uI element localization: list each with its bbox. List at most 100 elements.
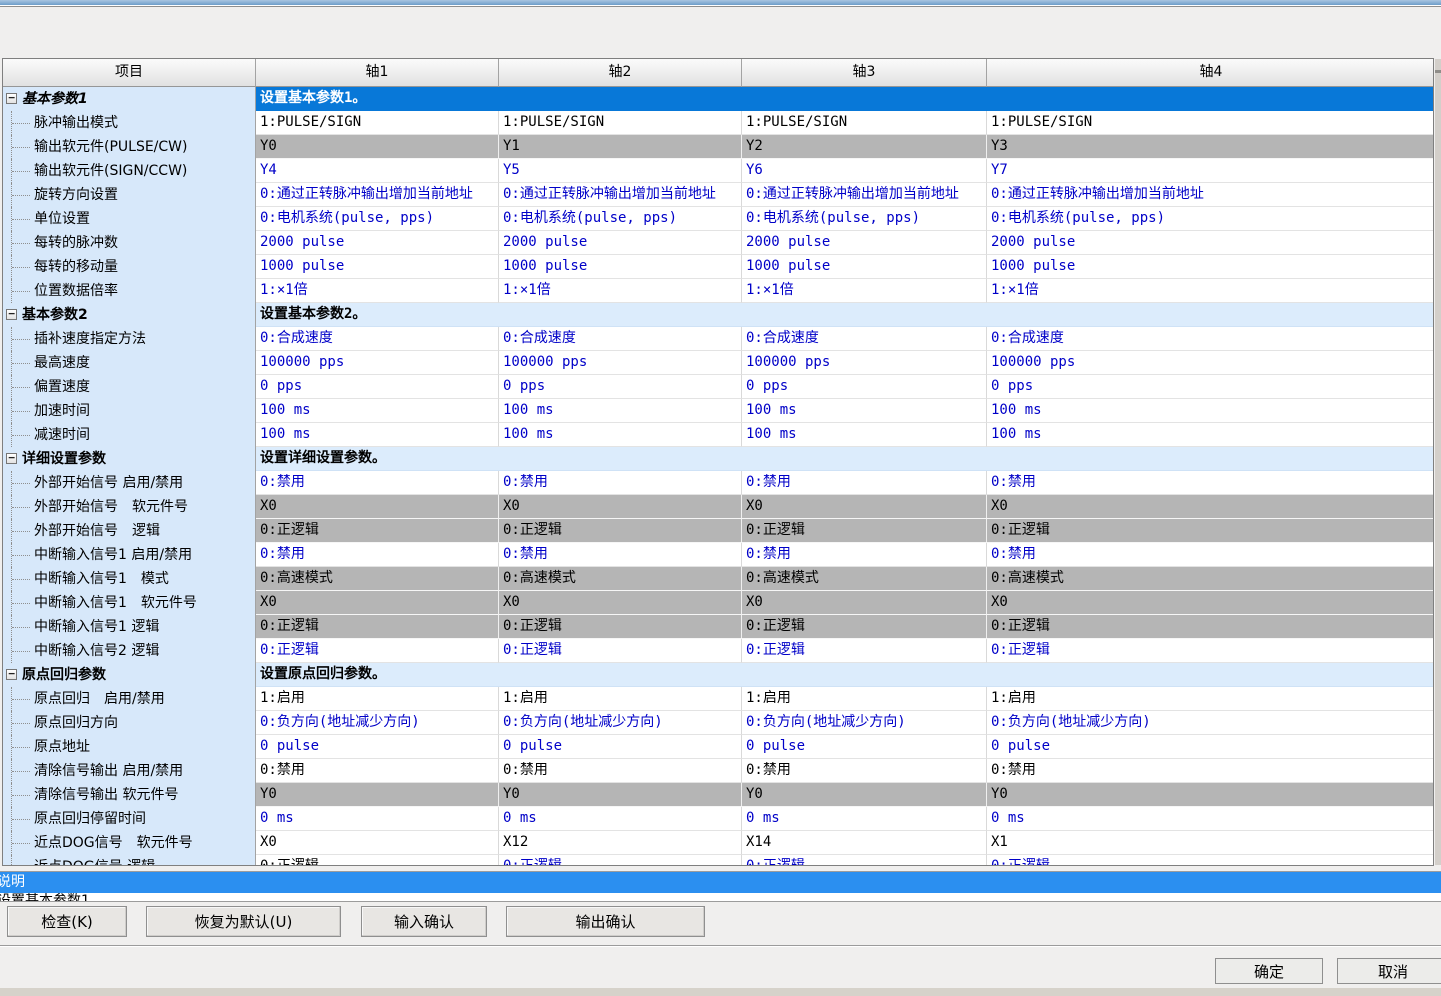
param-cell[interactable]: 100 ms bbox=[987, 399, 1433, 423]
param-cell[interactable]: 0:电机系统(pulse, pps) bbox=[987, 207, 1433, 231]
param-cell[interactable]: 0 ms bbox=[256, 807, 499, 831]
param-cell[interactable]: 0 pulse bbox=[742, 735, 987, 759]
param-cell[interactable]: 0:正逻辑 bbox=[499, 615, 742, 639]
check-button[interactable]: 检查(K) bbox=[7, 906, 127, 937]
param-cell[interactable]: 0:正逻辑 bbox=[987, 855, 1433, 865]
param-cell[interactable]: 1:启用 bbox=[499, 687, 742, 711]
param-cell[interactable]: 1:PULSE/SIGN bbox=[987, 111, 1433, 135]
param-cell[interactable]: 2000 pulse bbox=[742, 231, 987, 255]
param-cell[interactable]: 100000 pps bbox=[987, 351, 1433, 375]
param-cell[interactable]: Y5 bbox=[499, 159, 742, 183]
param-cell[interactable]: 0:正逻辑 bbox=[256, 639, 499, 663]
param-cell[interactable]: 1:×1倍 bbox=[256, 279, 499, 303]
param-cell[interactable]: 0:高速模式 bbox=[499, 567, 742, 591]
param-cell[interactable]: 0:合成速度 bbox=[499, 327, 742, 351]
param-cell[interactable]: X0 bbox=[987, 591, 1433, 615]
tree-item-label[interactable]: 最高速度 bbox=[3, 351, 256, 375]
param-cell[interactable]: 100 ms bbox=[742, 399, 987, 423]
param-cell[interactable]: Y0 bbox=[256, 783, 499, 807]
output-confirm-button[interactable]: 输出确认 bbox=[506, 906, 705, 937]
param-cell[interactable]: 1:×1倍 bbox=[987, 279, 1433, 303]
tree-item-label[interactable]: 近点DOG信号 逻辑 bbox=[3, 855, 256, 865]
param-cell[interactable]: Y0 bbox=[742, 783, 987, 807]
param-cell[interactable]: Y0 bbox=[987, 783, 1433, 807]
section-description-cell[interactable]: 设置详细设置参数。 bbox=[256, 447, 1433, 471]
param-cell[interactable]: 0:通过正转脉冲输出增加当前地址 bbox=[742, 183, 987, 207]
param-cell[interactable]: 0 ms bbox=[987, 807, 1433, 831]
tree-item-label[interactable]: 外部开始信号 逻辑 bbox=[3, 519, 256, 543]
tree-item-label[interactable]: 原点回归 启用/禁用 bbox=[3, 687, 256, 711]
param-cell[interactable]: 0:高速模式 bbox=[256, 567, 499, 591]
param-cell[interactable]: Y0 bbox=[256, 135, 499, 159]
param-cell[interactable]: 0:正逻辑 bbox=[987, 519, 1433, 543]
tree-item-label[interactable]: 清除信号输出 软元件号 bbox=[3, 783, 256, 807]
param-cell[interactable]: 0:正逻辑 bbox=[987, 615, 1433, 639]
param-cell[interactable]: 1000 pulse bbox=[742, 255, 987, 279]
tree-item-label[interactable]: 脉冲输出模式 bbox=[3, 111, 256, 135]
tree-item-label[interactable]: 外部开始信号 软元件号 bbox=[3, 495, 256, 519]
param-cell[interactable]: 0 ms bbox=[499, 807, 742, 831]
param-cell[interactable]: 0:禁用 bbox=[256, 543, 499, 567]
param-cell[interactable]: 0 pps bbox=[987, 375, 1433, 399]
restore-default-button[interactable]: 恢复为默认(U) bbox=[146, 906, 341, 937]
param-cell[interactable]: 1:启用 bbox=[987, 687, 1433, 711]
param-cell[interactable]: 0 ms bbox=[742, 807, 987, 831]
param-cell[interactable]: X0 bbox=[499, 591, 742, 615]
param-cell[interactable]: 100 ms bbox=[499, 399, 742, 423]
tree-item-label[interactable]: 减速时间 bbox=[3, 423, 256, 447]
param-cell[interactable]: 1:PULSE/SIGN bbox=[499, 111, 742, 135]
param-cell[interactable]: 0:高速模式 bbox=[742, 567, 987, 591]
param-cell[interactable]: 0:禁用 bbox=[256, 759, 499, 783]
tree-section-row[interactable]: −详细设置参数 bbox=[3, 447, 256, 471]
param-cell[interactable]: 0 pps bbox=[499, 375, 742, 399]
tree-item-label[interactable]: 偏置速度 bbox=[3, 375, 256, 399]
tree-item-label[interactable]: 中断输入信号1 启用/禁用 bbox=[3, 543, 256, 567]
input-confirm-button[interactable]: 输入确认 bbox=[361, 906, 487, 937]
param-cell[interactable]: 100 ms bbox=[742, 423, 987, 447]
param-cell[interactable]: X14 bbox=[742, 831, 987, 855]
param-cell[interactable]: 0:合成速度 bbox=[987, 327, 1433, 351]
tree-collapse-icon[interactable]: − bbox=[6, 93, 17, 104]
param-cell[interactable]: 2000 pulse bbox=[256, 231, 499, 255]
param-cell[interactable]: Y1 bbox=[499, 135, 742, 159]
param-cell[interactable]: X0 bbox=[499, 495, 742, 519]
tree-item-label[interactable]: 原点地址 bbox=[3, 735, 256, 759]
tree-section-row[interactable]: −基本参数2 bbox=[3, 303, 256, 327]
param-cell[interactable]: 2000 pulse bbox=[987, 231, 1433, 255]
param-cell[interactable]: 0:禁用 bbox=[256, 471, 499, 495]
param-cell[interactable]: 0:禁用 bbox=[499, 471, 742, 495]
param-cell[interactable]: 100 ms bbox=[256, 399, 499, 423]
param-cell[interactable]: 1000 pulse bbox=[499, 255, 742, 279]
param-cell[interactable]: 0:负方向(地址减少方向) bbox=[742, 711, 987, 735]
param-cell[interactable]: 1:PULSE/SIGN bbox=[742, 111, 987, 135]
tree-collapse-icon[interactable]: − bbox=[6, 309, 17, 320]
param-cell[interactable]: 0:高速模式 bbox=[987, 567, 1433, 591]
param-cell[interactable]: X0 bbox=[742, 495, 987, 519]
param-cell[interactable]: 1:启用 bbox=[256, 687, 499, 711]
param-cell[interactable]: 0:正逻辑 bbox=[256, 855, 499, 865]
param-cell[interactable]: 0:禁用 bbox=[499, 543, 742, 567]
param-cell[interactable]: X0 bbox=[256, 495, 499, 519]
param-cell[interactable]: 1:×1倍 bbox=[742, 279, 987, 303]
tree-collapse-icon[interactable]: − bbox=[6, 453, 17, 464]
param-cell[interactable]: 0 pps bbox=[256, 375, 499, 399]
param-cell[interactable]: 0:通过正转脉冲输出增加当前地址 bbox=[987, 183, 1433, 207]
tree-item-label[interactable]: 清除信号输出 启用/禁用 bbox=[3, 759, 256, 783]
ok-button[interactable]: 确定 bbox=[1215, 958, 1323, 984]
tree-item-label[interactable]: 加速时间 bbox=[3, 399, 256, 423]
param-cell[interactable]: 0:正逻辑 bbox=[256, 519, 499, 543]
param-cell[interactable]: 0:禁用 bbox=[742, 471, 987, 495]
tree-section-row[interactable]: −基本参数1 bbox=[3, 87, 256, 111]
param-cell[interactable]: 0:正逻辑 bbox=[742, 519, 987, 543]
param-cell[interactable]: Y6 bbox=[742, 159, 987, 183]
tree-item-label[interactable]: 中断输入信号1 软元件号 bbox=[3, 591, 256, 615]
param-cell[interactable]: 0:合成速度 bbox=[256, 327, 499, 351]
param-cell[interactable]: X0 bbox=[256, 831, 499, 855]
param-cell[interactable]: 0:禁用 bbox=[742, 543, 987, 567]
tree-item-label[interactable]: 输出软元件(PULSE/CW) bbox=[3, 135, 256, 159]
param-cell[interactable]: Y2 bbox=[742, 135, 987, 159]
param-cell[interactable]: 100000 pps bbox=[742, 351, 987, 375]
vertical-scrollbar[interactable] bbox=[1435, 59, 1441, 865]
param-cell[interactable]: X0 bbox=[742, 591, 987, 615]
tree-item-label[interactable]: 旋转方向设置 bbox=[3, 183, 256, 207]
